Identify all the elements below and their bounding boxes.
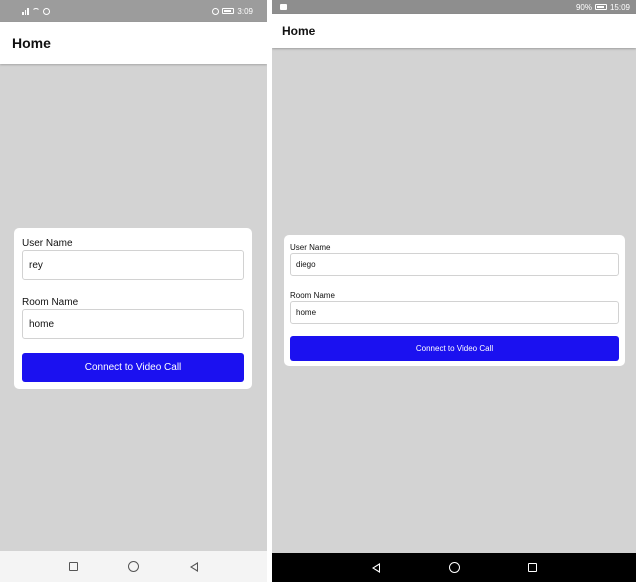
home-button[interactable]: [447, 561, 461, 575]
signal-icon: [22, 7, 29, 15]
navigation-bar: [0, 551, 267, 582]
app-bar: Home: [272, 14, 636, 48]
room-name-label: Room Name: [290, 291, 335, 300]
status-bar: 90% 15:09: [272, 0, 636, 14]
back-triangle-icon: [372, 562, 380, 573]
status-time: 3:09: [237, 6, 253, 16]
user-name-label: User Name: [290, 243, 331, 252]
status-right-icons: 90% 15:09: [576, 3, 630, 12]
circle-icon: [128, 561, 139, 572]
status-left-icons: [22, 7, 50, 15]
room-name-input[interactable]: [290, 301, 619, 324]
alarm-icon: [212, 7, 220, 15]
navigation-bar: [272, 553, 636, 582]
left-phone-screen: 3:09 Home User Name Room Name Connect to…: [0, 0, 267, 582]
status-bar: 3:09: [0, 0, 267, 22]
status-left-icons: [280, 4, 287, 10]
back-triangle-icon: [189, 561, 198, 572]
connect-form-card: User Name Room Name Connect to Video Cal…: [14, 228, 252, 389]
right-phone-screen: 90% 15:09 Home User Name Room Name Conne…: [272, 0, 636, 582]
page-title: Home: [282, 24, 316, 38]
square-icon: [69, 562, 78, 571]
back-button[interactable]: [369, 561, 383, 575]
user-name-label: User Name: [22, 238, 73, 249]
square-icon: [527, 563, 537, 572]
battery-icon: [594, 4, 607, 10]
notification-icon: [280, 4, 287, 10]
recents-button[interactable]: [525, 561, 539, 575]
battery-icon: [222, 8, 235, 14]
status-time: 15:09: [609, 2, 630, 12]
home-button[interactable]: [127, 560, 141, 574]
wifi-icon: [31, 8, 40, 14]
app-bar: Home: [0, 22, 267, 64]
user-name-input[interactable]: [22, 250, 244, 280]
battery-percent: 90%: [575, 2, 592, 12]
room-name-input[interactable]: [22, 309, 244, 339]
circle-icon: [448, 562, 460, 573]
status-right-icons: 3:09: [212, 7, 253, 16]
page-title: Home: [12, 35, 51, 51]
recents-button[interactable]: [67, 560, 81, 574]
room-name-label: Room Name: [22, 297, 79, 308]
whatsapp-icon: [42, 7, 50, 15]
connect-video-call-button[interactable]: Connect to Video Call: [22, 353, 244, 382]
back-button[interactable]: [187, 560, 201, 574]
connect-video-call-button[interactable]: Connect to Video Call: [290, 336, 619, 361]
connect-form-card: User Name Room Name Connect to Video Cal…: [284, 235, 625, 366]
user-name-input[interactable]: [290, 253, 619, 276]
